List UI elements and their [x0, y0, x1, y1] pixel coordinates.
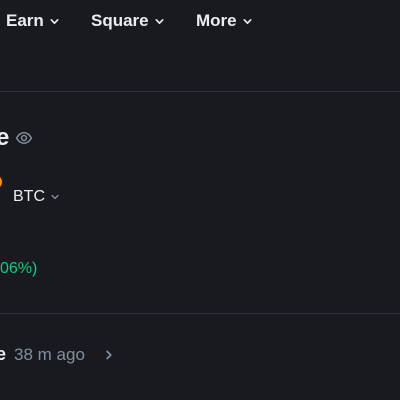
- nav-earn[interactable]: Earn: [6, 11, 60, 31]
- pnl-percentage: 06%): [0, 260, 38, 277]
- top-navigation: Earn Square More: [0, 0, 400, 44]
- section-divider: [0, 313, 400, 314]
- currency-label: BTC: [13, 188, 45, 205]
- chevron-right-icon: [106, 350, 112, 359]
- balance-title-row: e: [0, 122, 33, 154]
- chevron-down-icon: [51, 194, 59, 200]
- balance-title: e: [0, 124, 10, 151]
- activity-row[interactable]: e 38 m ago: [0, 344, 115, 365]
- nav-more-label: More: [196, 11, 237, 30]
- eye-icon[interactable]: [15, 129, 33, 147]
- nav-earn-label: Earn: [6, 11, 44, 30]
- nav-more[interactable]: More: [196, 11, 253, 31]
- nav-square-label: Square: [91, 11, 149, 30]
- header-divider: [0, 91, 400, 92]
- chevron-down-icon: [243, 18, 252, 24]
- activity-time: 38 m ago: [14, 344, 85, 364]
- chevron-down-icon: [155, 18, 164, 24]
- currency-select[interactable]: BTC: [13, 188, 60, 206]
- chevron-down-icon: [50, 18, 59, 24]
- bitcoin-icon: [0, 175, 3, 189]
- activity-label: e: [0, 344, 7, 364]
- nav-square[interactable]: Square: [91, 11, 165, 31]
